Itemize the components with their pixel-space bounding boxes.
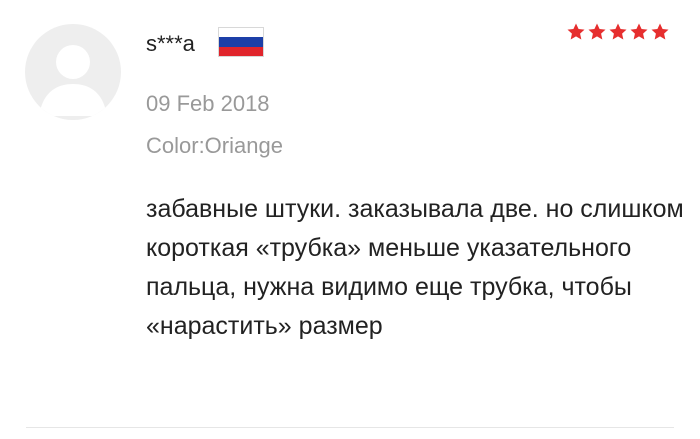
reviewer-name: s***a: [146, 31, 195, 56]
product-color-variant: Color:Oriange: [146, 133, 283, 158]
russia-flag-icon: [218, 27, 264, 57]
star-rating: [566, 22, 670, 42]
star-icon: [567, 23, 585, 40]
star-icon: [588, 23, 606, 40]
review-card: s***a 09 Feb 2018 Color:Oriange забавные…: [0, 0, 700, 439]
divider: [26, 427, 674, 428]
avatar: [25, 24, 121, 120]
star-icon: [609, 23, 627, 40]
review-date: 09 Feb 2018: [146, 91, 270, 116]
user-placeholder-icon: [39, 45, 107, 116]
star-icon: [651, 23, 669, 40]
review-text: забавные штуки. заказывала две. но слишк…: [146, 195, 684, 340]
star-icon: [630, 23, 648, 40]
